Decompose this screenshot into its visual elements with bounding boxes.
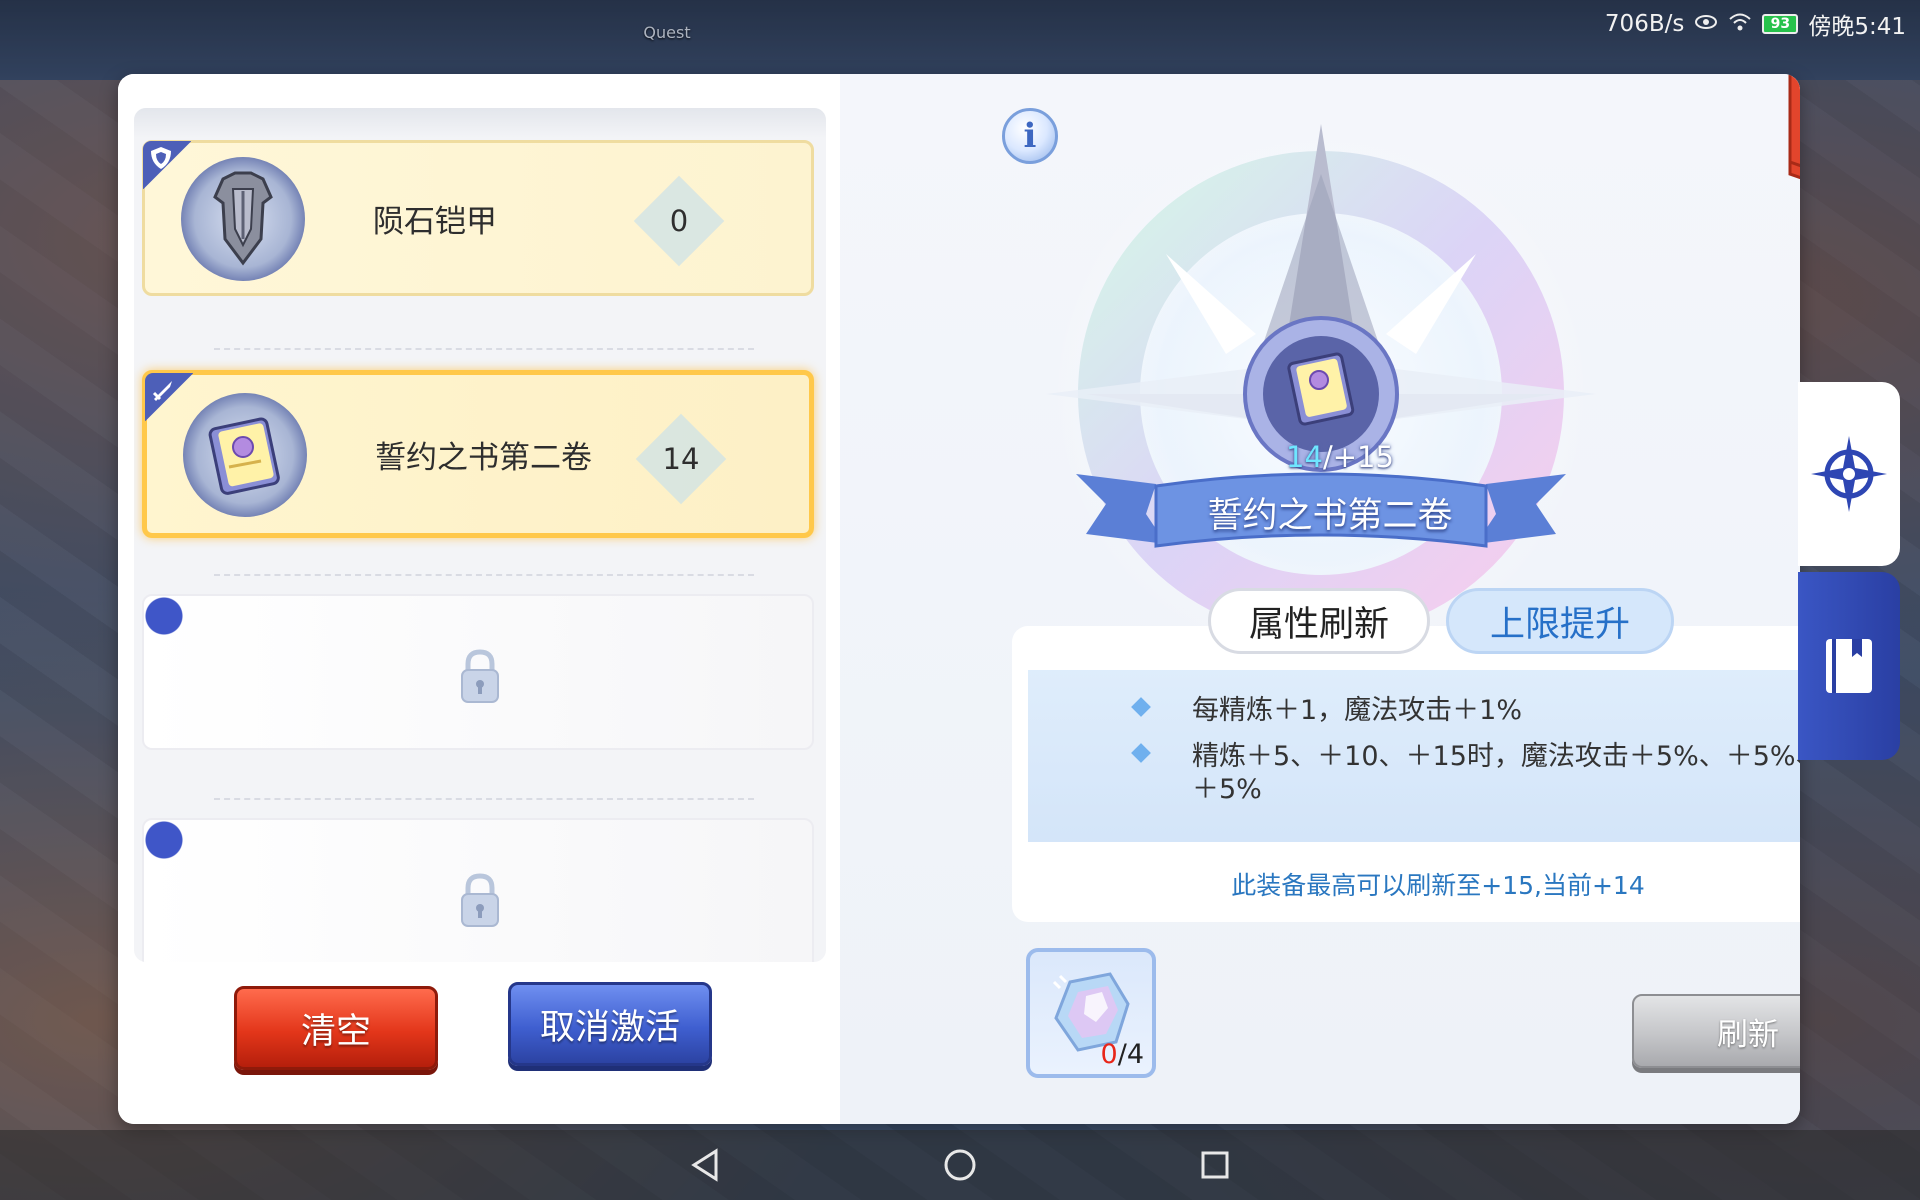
home-icon[interactable] bbox=[940, 1145, 980, 1185]
refine-detail-pane: i 14/+15 誓约之书第二卷 每精炼＋1，魔法攻击＋1% 精炼＋5、＋10、… bbox=[840, 74, 1800, 1124]
armor-icon bbox=[181, 157, 305, 281]
sword-icon bbox=[145, 373, 193, 421]
net-speed: 706B/s bbox=[1604, 11, 1685, 37]
equipment-slot[interactable]: 陨石铠甲 0 bbox=[142, 140, 814, 296]
time-display: 傍晚5:41 bbox=[1808, 14, 1906, 40]
tab-limit-upgrade[interactable]: 上限提升 bbox=[1446, 588, 1674, 654]
locked-slot bbox=[142, 594, 814, 750]
equipment-slot-selected[interactable]: 誓约之书第二卷 14 bbox=[142, 370, 814, 538]
effect-line: 每精炼＋1，魔法攻击＋1% bbox=[1131, 694, 1800, 727]
divider bbox=[214, 798, 754, 800]
slot-marker bbox=[142, 594, 188, 640]
status-bar: 706B/s 93 傍晚5:41 bbox=[0, 0, 1920, 48]
shield-icon bbox=[143, 141, 191, 189]
lock-icon bbox=[458, 648, 502, 704]
material-count: 0/4 bbox=[1100, 1039, 1144, 1070]
refine-level: 14 bbox=[641, 419, 721, 499]
side-tab-book[interactable] bbox=[1798, 572, 1900, 760]
item-name: 誓约之书第二卷 bbox=[375, 439, 592, 476]
battery-indicator: 93 bbox=[1762, 14, 1799, 34]
recents-icon[interactable] bbox=[1195, 1145, 1235, 1185]
close-icon bbox=[1788, 74, 1800, 180]
clear-button[interactable]: 清空 bbox=[234, 986, 438, 1070]
divider bbox=[214, 348, 754, 350]
close-button[interactable] bbox=[1786, 74, 1800, 192]
refine-level: 0 bbox=[639, 181, 719, 261]
lock-icon bbox=[458, 872, 502, 928]
book-item-icon bbox=[183, 393, 307, 517]
equipment-slot-list[interactable]: 陨石铠甲 0 誓约之书第二卷 14 bbox=[134, 108, 826, 962]
eye-icon bbox=[1694, 12, 1718, 36]
effect-description-box: 每精炼＋1，魔法攻击＋1% 精炼＋5、＋10、＋15时，魔法攻击＋5%、＋5%、… bbox=[1012, 626, 1800, 922]
refine-note: 此装备最高可以刷新至+15,当前+14 bbox=[1231, 871, 1645, 900]
compass-icon bbox=[1811, 436, 1887, 512]
refresh-button[interactable]: 刷新 bbox=[1632, 994, 1800, 1068]
item-name: 陨石铠甲 bbox=[373, 203, 497, 240]
wifi-icon bbox=[1728, 12, 1752, 37]
locked-slot bbox=[142, 818, 814, 962]
refine-level-display: 14/+15 bbox=[1286, 440, 1394, 474]
book-icon bbox=[1826, 639, 1872, 693]
back-icon[interactable] bbox=[685, 1145, 725, 1185]
material-slot[interactable]: 0/4 bbox=[1026, 948, 1156, 1078]
side-tab-compass[interactable] bbox=[1798, 382, 1900, 566]
deactivate-button[interactable]: 取消激活 bbox=[508, 982, 712, 1066]
effect-line: 精炼＋5、＋10、＋15时，魔法攻击＋5%、＋5%、＋5% bbox=[1131, 740, 1800, 806]
compass-emblem bbox=[1046, 124, 1596, 654]
slot-marker bbox=[142, 818, 188, 864]
divider bbox=[214, 574, 754, 576]
tab-attribute-refresh[interactable]: 属性刷新 bbox=[1208, 588, 1430, 654]
selected-item-title: 誓约之书第二卷 bbox=[1207, 495, 1453, 536]
equipment-list-pane: 陨石铠甲 0 誓约之书第二卷 14 清空 取消激活 bbox=[118, 74, 840, 1124]
refine-dialog: 陨石铠甲 0 誓约之书第二卷 14 清空 取消激活 i 14/+15 誓约之书第… bbox=[118, 74, 1800, 1124]
system-nav-bar bbox=[0, 1130, 1920, 1200]
